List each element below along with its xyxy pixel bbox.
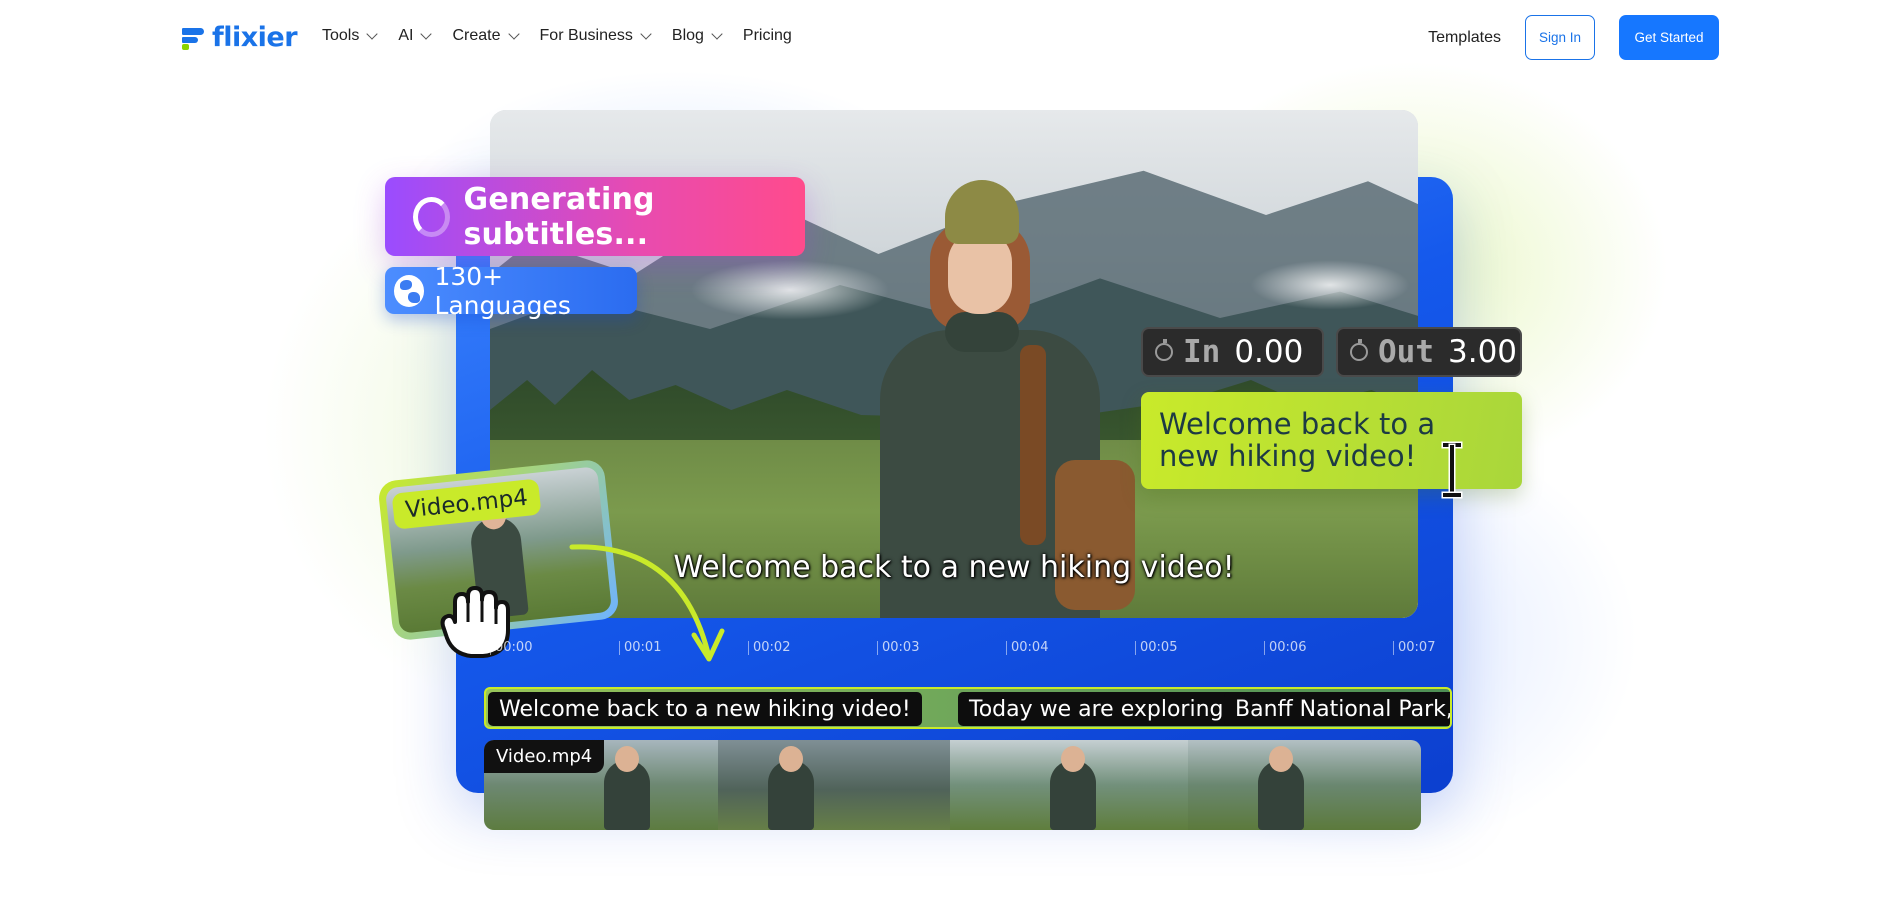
subtitle-track[interactable]: Welcome back to a new hiking video! Toda… (484, 687, 1452, 729)
tick: 00:01 (619, 640, 661, 655)
tick: 00:04 (1006, 640, 1048, 655)
top-navigation: flixier Tools AI Create For Business Blo… (0, 0, 1897, 76)
video-track-label: Video.mp4 (484, 740, 605, 773)
tick: 00:05 (1135, 640, 1177, 655)
nav-item-label: For Business (539, 27, 633, 44)
generating-subtitles-text: Generating subtitles... (463, 181, 655, 252)
nav-item-pricing[interactable]: Pricing (743, 27, 792, 45)
time-in-label: In (1183, 334, 1221, 370)
nav-item-for-business[interactable]: For Business (539, 27, 652, 45)
chevron-down-icon (507, 28, 520, 40)
chevron-down-icon (711, 28, 723, 40)
tick: 00:00 (490, 640, 532, 655)
languages-badge: 130+ Languages (385, 262, 637, 320)
video-thumbnail (950, 740, 1188, 830)
time-out-value: 3.00 (1448, 334, 1518, 370)
nav-actions: Templates Sign In Get Started (1428, 15, 1719, 60)
nav-item-label: Create (452, 27, 501, 44)
chevron-down-icon (640, 28, 652, 40)
sign-in-button[interactable]: Sign In (1525, 15, 1595, 60)
timeline-ruler: 00:00 00:01 00:02 00:03 00:04 00:05 00:0… (490, 640, 1450, 664)
logo-text: flixier (212, 22, 298, 53)
video-thumbnail (718, 740, 950, 830)
nav-item-label: AI (398, 27, 414, 44)
main-menu: Tools AI Create For Business Blog Pricin… (322, 27, 814, 45)
chevron-down-icon (420, 28, 433, 40)
tick: 00:07 (1393, 640, 1435, 655)
subtitle-clip[interactable]: Welcome back to a new hiking video! (488, 692, 922, 726)
globe-icon (394, 274, 425, 307)
logo-mark-icon (182, 26, 206, 50)
text-cursor-icon (1441, 443, 1463, 497)
time-out-field[interactable]: Out 3.00 (1336, 327, 1522, 377)
loading-spinner-icon (413, 196, 450, 237)
tick: 00:03 (877, 640, 919, 655)
generating-subtitles-badge: Generating subtitles... (385, 177, 805, 256)
tick: 00:02 (748, 640, 790, 655)
subtitle-clip[interactable]: Today we are exploring (958, 692, 1235, 726)
nav-item-tools[interactable]: Tools (322, 27, 379, 45)
chevron-down-icon (366, 28, 379, 40)
video-file-label: Video.mp4 (391, 478, 542, 530)
get-started-button[interactable]: Get Started (1619, 15, 1719, 60)
templates-link[interactable]: Templates (1428, 29, 1501, 47)
stopwatch-icon (1155, 339, 1173, 361)
time-in-value: 0.00 (1234, 334, 1304, 370)
nav-item-label: Tools (322, 27, 360, 44)
stopwatch-icon (1350, 339, 1368, 361)
time-out-label: Out (1378, 334, 1434, 370)
nav-item-create[interactable]: Create (452, 27, 520, 45)
nav-item-blog[interactable]: Blog (671, 27, 723, 45)
nav-item-label: Blog (671, 27, 704, 44)
flixier-logo[interactable]: flixier (182, 22, 298, 53)
time-in-field[interactable]: In 0.00 (1141, 327, 1324, 377)
video-track[interactable] (484, 740, 1421, 830)
nav-item-ai[interactable]: AI (398, 27, 433, 45)
tick: 00:06 (1264, 640, 1306, 655)
subtitle-clip[interactable]: Banff National Park, C (1224, 692, 1450, 726)
subtitle-edit-field[interactable]: Welcome back to a new hiking video! (1141, 392, 1522, 489)
nav-item-label: Pricing (742, 27, 792, 44)
video-thumbnail (1188, 740, 1421, 830)
languages-text: 130+ Languages (434, 261, 571, 320)
